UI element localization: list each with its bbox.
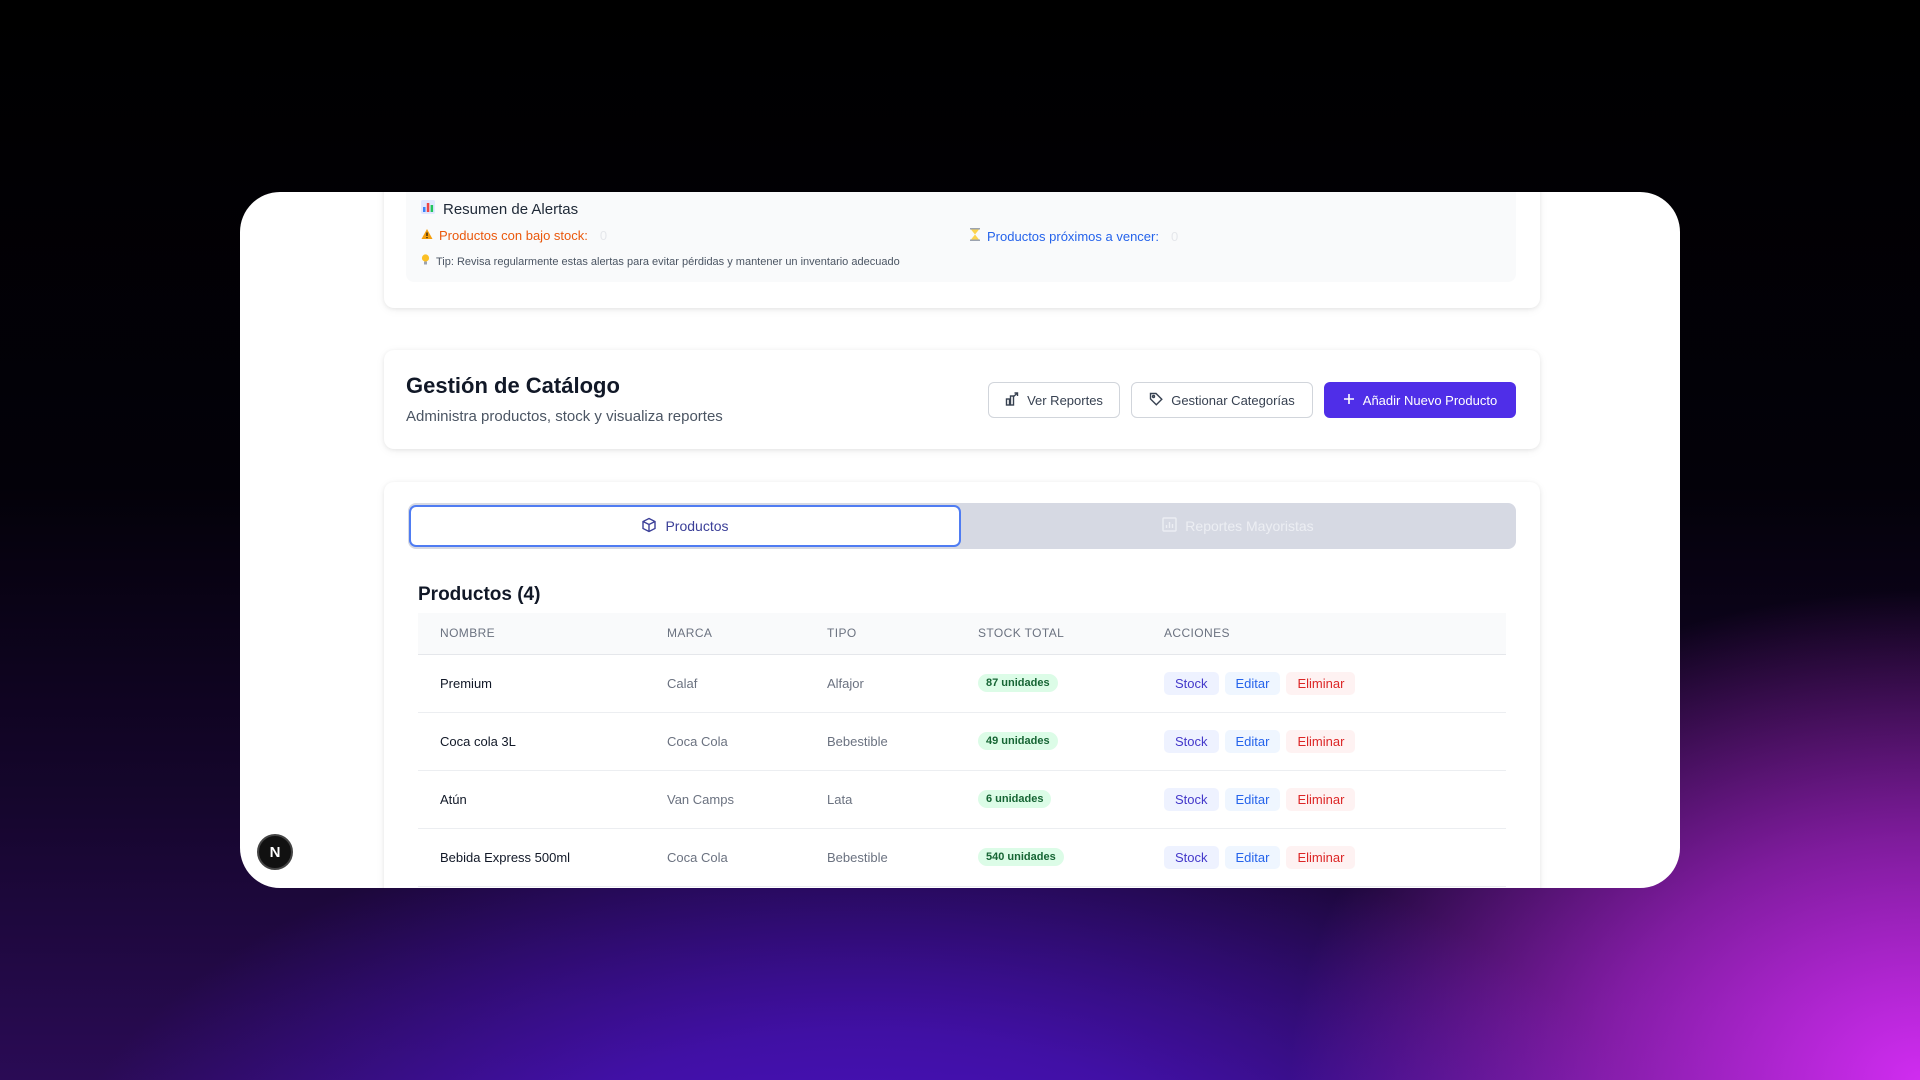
table-header-row: NOMBRE MARCA TIPO STOCK TOTAL ACCIONES <box>418 613 1506 655</box>
chart-icon <box>1005 391 1019 409</box>
product-stock-cell: 6 unidades <box>978 770 1164 829</box>
view-reports-button[interactable]: Ver Reportes <box>988 382 1120 418</box>
product-name: Bebida Express 500ml <box>418 828 667 887</box>
warning-icon <box>421 228 433 243</box>
stock-button[interactable]: Stock <box>1164 729 1219 753</box>
stock-button[interactable]: Stock <box>1164 787 1219 811</box>
manage-categories-label: Gestionar Categorías <box>1171 392 1295 408</box>
column-header-acciones: ACCIONES <box>1164 613 1506 655</box>
stock-badge: 540 unidades <box>978 848 1064 866</box>
page-title: Gestión de Catálogo <box>406 373 620 398</box>
stock-button[interactable]: Stock <box>1164 845 1219 869</box>
catalog-header-card: Gestión de Catálogo Administra productos… <box>384 350 1540 449</box>
expiring-count: 0 <box>1170 228 1179 244</box>
tip-text: Tip: Revisa regularmente estas alertas p… <box>421 254 900 269</box>
low-stock-alert: Productos con bajo stock: 0 <box>421 228 607 243</box>
alerts-title: Resumen de Alertas <box>421 200 578 218</box>
product-type: Lata <box>827 770 978 829</box>
page-content: Resumen de Alertas Productos con bajo st… <box>240 192 1680 888</box>
product-name: Atún <box>418 770 667 829</box>
table-row: Bebida Express 500ml Coca Cola Bebestibl… <box>418 828 1506 887</box>
report-chart-icon <box>1162 517 1177 535</box>
view-tabs: Productos Reportes Mayoristas <box>408 503 1516 549</box>
product-stock-cell: 87 unidades <box>978 654 1164 713</box>
bar-chart-icon <box>421 200 435 218</box>
product-actions: Stock Editar Eliminar <box>1164 712 1506 771</box>
product-brand: Van Camps <box>667 770 827 829</box>
view-reports-label: Ver Reportes <box>1027 392 1103 408</box>
tag-icon <box>1149 392 1163 409</box>
products-table: NOMBRE MARCA TIPO STOCK TOTAL ACCIONES P… <box>418 613 1506 887</box>
table-row: Atún Van Camps Lata 6 unidades Stock Edit… <box>418 770 1506 829</box>
column-header-nombre: NOMBRE <box>418 613 667 655</box>
hourglass-icon <box>969 228 981 244</box>
manage-categories-button[interactable]: Gestionar Categorías <box>1131 382 1313 418</box>
edit-button[interactable]: Editar <box>1224 671 1281 695</box>
edit-button[interactable]: Editar <box>1224 787 1281 811</box>
product-type: Alfajor <box>827 654 978 713</box>
tab-productos[interactable]: Productos <box>409 505 961 547</box>
table-row: Coca cola 3L Coca Cola Bebestible 49 uni… <box>418 712 1506 771</box>
alerts-panel: Resumen de Alertas Productos con bajo st… <box>406 192 1516 282</box>
product-actions: Stock Editar Eliminar <box>1164 770 1506 829</box>
product-brand: Coca Cola <box>667 712 827 771</box>
tip-label: Tip: Revisa regularmente estas alertas p… <box>436 255 900 268</box>
add-product-button[interactable]: Añadir Nuevo Producto <box>1324 382 1516 418</box>
delete-button[interactable]: Eliminar <box>1286 787 1356 811</box>
column-header-tipo: TIPO <box>827 613 978 655</box>
table-row: Premium Calaf Alfajor 87 unidades Stock E… <box>418 654 1506 713</box>
product-type: Bebestible <box>827 712 978 771</box>
product-type: Bebestible <box>827 828 978 887</box>
delete-button[interactable]: Eliminar <box>1286 845 1356 869</box>
lightbulb-icon <box>421 254 430 269</box>
tab-productos-label: Productos <box>665 518 729 534</box>
app-window: Resumen de Alertas Productos con bajo st… <box>240 192 1680 888</box>
stock-badge: 49 unidades <box>978 732 1058 750</box>
products-heading: Productos (4) <box>418 584 541 605</box>
alerts-card: Resumen de Alertas Productos con bajo st… <box>384 192 1540 308</box>
expiring-label: Productos próximos a vencer: <box>987 228 1159 244</box>
edit-button[interactable]: Editar <box>1224 729 1281 753</box>
tab-reportes-mayoristas[interactable]: Reportes Mayoristas <box>962 505 1514 547</box>
product-brand: Coca Cola <box>667 828 827 887</box>
plus-icon <box>1343 393 1355 408</box>
alerts-title-text: Resumen de Alertas <box>443 200 579 218</box>
product-actions: Stock Editar Eliminar <box>1164 654 1506 713</box>
stock-badge: 87 unidades <box>978 674 1058 692</box>
delete-button[interactable]: Eliminar <box>1286 729 1356 753</box>
product-name: Coca cola 3L <box>418 712 667 771</box>
edit-button[interactable]: Editar <box>1224 845 1281 869</box>
page-subtitle: Administra productos, stock y visualiza … <box>406 408 723 425</box>
dev-tools-badge[interactable]: N <box>257 834 293 870</box>
product-brand: Calaf <box>667 654 827 713</box>
tab-reportes-label: Reportes Mayoristas <box>1185 518 1314 534</box>
column-header-stock: STOCK TOTAL <box>978 613 1164 655</box>
product-stock-cell: 540 unidades <box>978 828 1164 887</box>
add-product-label: Añadir Nuevo Producto <box>1362 392 1498 408</box>
product-actions: Stock Editar Eliminar <box>1164 828 1506 887</box>
product-stock-cell: 49 unidades <box>978 712 1164 771</box>
column-header-marca: MARCA <box>667 613 827 655</box>
stock-button[interactable]: Stock <box>1164 671 1219 695</box>
stock-badge: 6 unidades <box>978 790 1052 808</box>
delete-button[interactable]: Eliminar <box>1286 671 1356 695</box>
products-card: Productos Reportes Mayoristas Productos … <box>384 482 1540 888</box>
low-stock-count: 0 <box>599 228 608 243</box>
box-icon <box>641 517 657 536</box>
low-stock-label: Productos con bajo stock: <box>439 228 588 243</box>
expiring-alert: Productos próximos a vencer: 0 <box>969 228 1178 244</box>
product-name: Premium <box>418 654 667 713</box>
